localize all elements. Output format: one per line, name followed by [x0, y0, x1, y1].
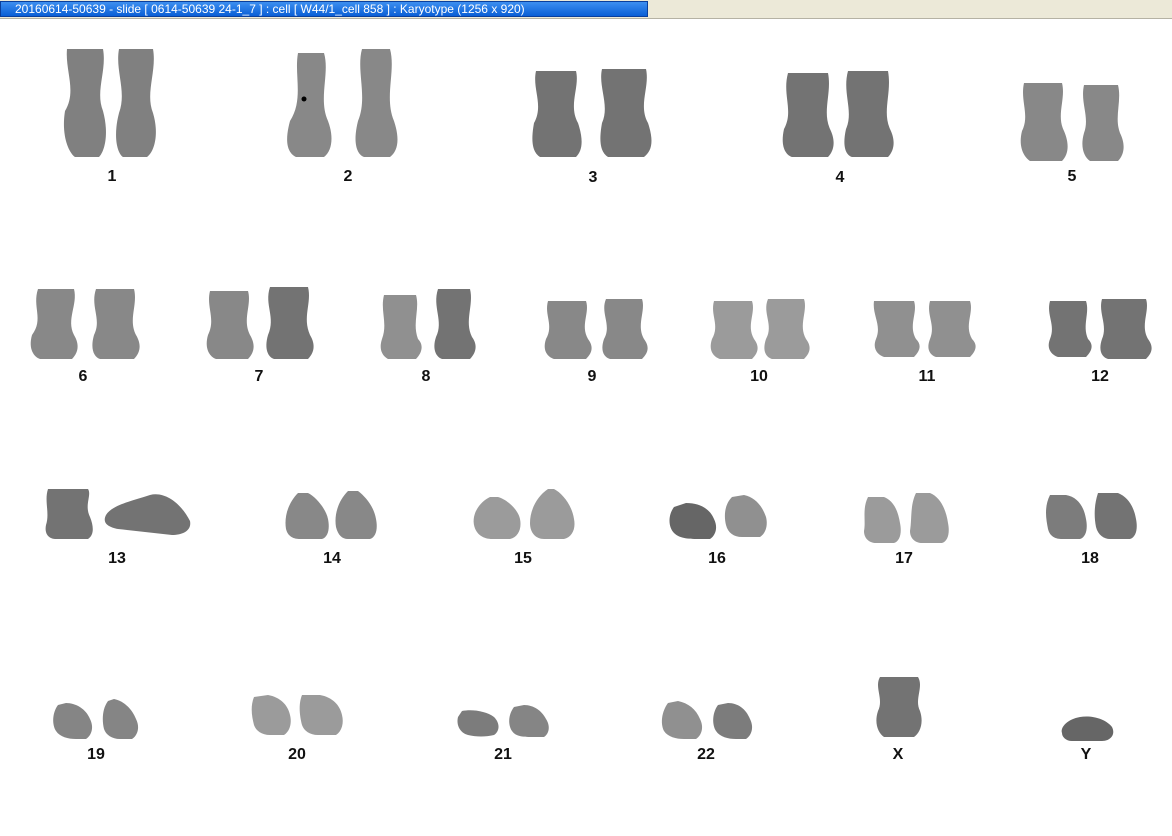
chromosome-image: [876, 677, 922, 737]
chromosome-pair-5[interactable]: 5: [1018, 77, 1133, 189]
chromosome-image: [287, 49, 398, 157]
chromosome-image: [45, 489, 191, 539]
chromosome-pair-12[interactable]: 12: [1046, 297, 1156, 389]
chromosome-label: 12: [1091, 368, 1109, 385]
chromosome-pair-4[interactable]: 4: [778, 67, 903, 189]
chromosome-image: [864, 493, 949, 543]
chromosome-label: 6: [78, 368, 88, 385]
chromosome-pair-14[interactable]: 14: [282, 489, 382, 569]
chromosome-pair-11[interactable]: 11: [870, 297, 982, 389]
chromosome-label: 17: [895, 550, 913, 567]
chromosome-label: X: [892, 746, 904, 763]
chromosome-label: 7: [254, 368, 264, 385]
chromosome-pair-10[interactable]: 10: [708, 297, 818, 389]
chromosome-image: [457, 705, 549, 737]
chromosome-label: 22: [697, 746, 715, 763]
chromosome-label: 1: [107, 168, 117, 185]
chromosome-pair-7[interactable]: 7: [204, 287, 319, 389]
chromosome-pair-2[interactable]: 2: [278, 47, 408, 187]
chromosome-image: [669, 495, 767, 539]
chromosome-image: [544, 299, 648, 359]
chromosome-label: 9: [587, 368, 597, 385]
chromosome-label: Y: [1080, 746, 1092, 763]
chromosome-image: [873, 301, 976, 357]
window-title[interactable]: 20160614-50639 - slide [ 0614-50639 24-1…: [0, 1, 648, 17]
chromosome-pair-9[interactable]: 9: [542, 297, 652, 389]
chromosome-label: 21: [494, 746, 512, 763]
chromosome-label: 8: [421, 368, 431, 385]
chromosome-pair-3[interactable]: 3: [528, 65, 658, 190]
chromosome-pair-6[interactable]: 6: [26, 287, 146, 389]
chromosome-label: 11: [918, 368, 936, 385]
chromosome-image: [380, 289, 476, 359]
chromosome-image: [661, 701, 753, 739]
chromosome-pair-16[interactable]: 16: [666, 493, 770, 569]
chromosome-x[interactable]: X: [870, 673, 930, 765]
chromosome-pair-17[interactable]: 17: [860, 491, 952, 569]
chromosome-label: 5: [1067, 168, 1077, 185]
chromosome-image: [473, 489, 575, 539]
chromosome-label: 13: [108, 550, 126, 567]
chromosome-image: [710, 299, 810, 359]
chromosome-image: [1046, 493, 1137, 539]
chromosome-image: [206, 287, 314, 359]
chromosome-label: 15: [514, 550, 532, 567]
chromosome-image: [251, 695, 343, 735]
chromosome-label: 14: [323, 550, 341, 567]
chromosome-pair-19[interactable]: 19: [50, 699, 142, 765]
chromosome-label: 19: [87, 746, 105, 763]
chromosome-pair-22[interactable]: 22: [660, 699, 754, 765]
chromosome-label: 10: [750, 368, 768, 385]
chromosome-label: 4: [835, 169, 845, 186]
chromosome-pair-21[interactable]: 21: [454, 703, 552, 765]
chromosome-label: 16: [708, 550, 726, 567]
chromosome-image: [1061, 716, 1114, 741]
chromosome-pair-8[interactable]: 8: [378, 287, 478, 389]
window-titlebar: 20160614-50639 - slide [ 0614-50639 24-1…: [0, 0, 1172, 19]
chromosome-pair-18[interactable]: 18: [1044, 491, 1140, 569]
chromosome-label: 3: [588, 169, 598, 186]
chromosome-image: [532, 69, 652, 157]
chromosome-image: [63, 49, 156, 157]
chromosome-image: [782, 71, 894, 157]
chromosome-pair-1[interactable]: 1: [55, 41, 175, 186]
chromosome-image: [30, 289, 140, 359]
chromosome-pair-15[interactable]: 15: [470, 489, 578, 569]
chromosome-image: [1020, 83, 1124, 161]
chromosome-label: 20: [288, 746, 306, 763]
chromosome-image: [1048, 299, 1152, 359]
chromosome-label: 18: [1081, 550, 1099, 567]
chromosome-image: [53, 699, 139, 739]
chromosome-y[interactable]: Y: [1058, 713, 1116, 765]
chromosome-pair-20[interactable]: 20: [250, 693, 346, 765]
chromosome-pair-13[interactable]: 13: [42, 485, 194, 569]
chromosome-image: [285, 491, 377, 539]
karyotype-canvas: 1 2 3 4 5 6 7 8 9 10 11 12 13 14 15 16 1…: [0, 19, 1172, 836]
chromosome-label: 2: [343, 168, 353, 185]
